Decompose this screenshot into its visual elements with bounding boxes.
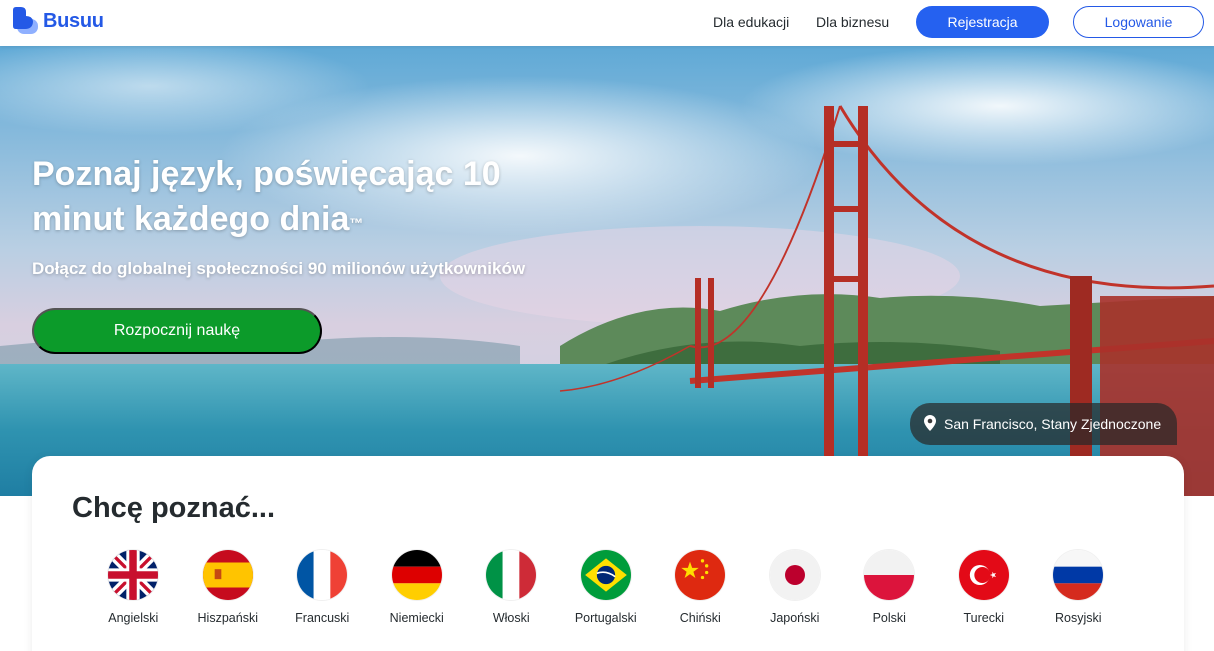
language-label: Niemiecki bbox=[389, 611, 444, 625]
language-label: Japoński bbox=[770, 611, 820, 625]
location-badge: San Francisco, Stany Zjednoczone bbox=[910, 403, 1178, 445]
brand-name: Busuu bbox=[43, 9, 104, 32]
language-option-spanish[interactable]: Hiszpański bbox=[181, 550, 276, 625]
japan-flag-icon bbox=[769, 550, 820, 600]
uk-flag-icon bbox=[108, 550, 159, 600]
germany-flag-icon bbox=[391, 550, 442, 600]
map-pin-icon bbox=[924, 414, 936, 434]
language-option-russian[interactable]: Rosyjski bbox=[1031, 550, 1126, 625]
language-option-french[interactable]: Francuski bbox=[275, 550, 370, 625]
language-option-chinese[interactable]: Chiński bbox=[653, 550, 748, 625]
busuu-logo-icon bbox=[12, 7, 38, 35]
language-picker-card: Chcę poznać... Angielski Hiszpański Fran… bbox=[32, 456, 1184, 651]
language-option-portuguese[interactable]: Portugalski bbox=[559, 550, 654, 625]
busuu-logo[interactable]: Busuu bbox=[12, 7, 104, 35]
nav-link-education[interactable]: Dla edukacji bbox=[713, 14, 789, 30]
language-label: Włoski bbox=[492, 611, 530, 625]
login-button[interactable]: Logowanie bbox=[1073, 6, 1204, 38]
france-flag-icon bbox=[297, 550, 348, 600]
top-nav-bar: Busuu Dla edukacji Dla biznesu Rejestrac… bbox=[0, 0, 1214, 46]
language-label: Francuski bbox=[295, 611, 350, 625]
language-option-italian[interactable]: Włoski bbox=[464, 550, 559, 625]
hero-section: Poznaj język, poświęcając 10 minut każde… bbox=[0, 46, 1214, 496]
china-flag-icon bbox=[675, 550, 726, 600]
language-option-turkish[interactable]: Turecki bbox=[937, 550, 1032, 625]
russia-flag-icon bbox=[1053, 550, 1104, 600]
language-label: Portugalski bbox=[574, 611, 637, 625]
nav-link-business[interactable]: Dla biznesu bbox=[816, 14, 889, 30]
spain-flag-icon bbox=[202, 550, 253, 600]
register-button[interactable]: Rejestracja bbox=[916, 6, 1049, 38]
location-text: San Francisco, Stany Zjednoczone bbox=[944, 416, 1162, 432]
language-label: Polski bbox=[872, 611, 906, 625]
language-label: Chiński bbox=[679, 611, 721, 625]
poland-flag-icon bbox=[864, 550, 915, 600]
brazil-flag-icon bbox=[580, 550, 631, 600]
language-label: Turecki bbox=[963, 611, 1004, 625]
turkey-flag-icon bbox=[958, 550, 1009, 600]
language-picker-heading: Chcę poznać... bbox=[72, 492, 276, 524]
start-learning-button[interactable]: Rozpocznij naukę bbox=[32, 308, 322, 354]
hero-title: Poznaj język, poświęcając 10 minut każde… bbox=[32, 155, 501, 238]
language-option-english[interactable]: Angielski bbox=[86, 550, 181, 625]
language-label: Rosyjski bbox=[1054, 611, 1102, 625]
language-label: Angielski bbox=[108, 611, 159, 625]
language-label: Hiszpański bbox=[197, 611, 258, 625]
language-option-german[interactable]: Niemiecki bbox=[370, 550, 465, 625]
italy-flag-icon bbox=[486, 550, 537, 600]
language-option-polish[interactable]: Polski bbox=[842, 550, 937, 625]
hero-subtitle: Dołącz do globalnej społeczności 90 mili… bbox=[32, 259, 526, 278]
language-option-japanese[interactable]: Japoński bbox=[748, 550, 843, 625]
language-list: Angielski Hiszpański Francuski Niemiecki… bbox=[86, 550, 1126, 625]
